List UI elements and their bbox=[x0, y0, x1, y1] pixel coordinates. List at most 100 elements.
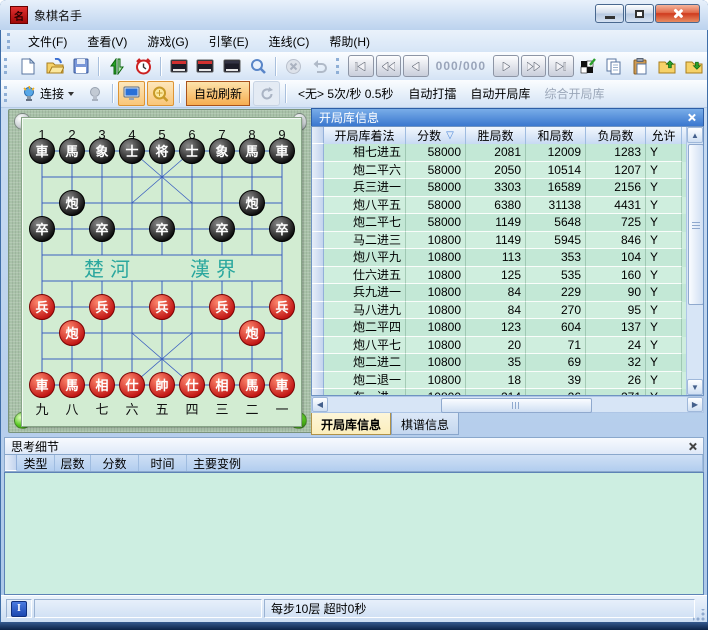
table-row[interactable]: 炮二平六580002050105141207Y bbox=[312, 162, 687, 180]
column-header[interactable]: 分数▽ bbox=[406, 127, 466, 144]
board-piece-red[interactable]: 車 bbox=[30, 373, 55, 398]
auto-refresh-button[interactable]: 自动刷新 bbox=[186, 81, 250, 106]
tab-game-record[interactable]: 棋谱信息 bbox=[391, 413, 459, 435]
table-row[interactable]: 兵九进一108008422990Y bbox=[312, 284, 687, 302]
row-stub[interactable] bbox=[312, 389, 324, 395]
board-window-2-button[interactable] bbox=[193, 55, 217, 78]
board-piece-red[interactable]: 兵 bbox=[90, 295, 115, 320]
row-stub[interactable] bbox=[312, 337, 324, 355]
table-row[interactable]: 炮八平七10800207124Y bbox=[312, 337, 687, 355]
think-column-header[interactable]: 主要变例 bbox=[187, 455, 703, 471]
resize-grip[interactable] bbox=[693, 609, 705, 621]
board-piece-black[interactable]: 馬 bbox=[60, 139, 85, 164]
board-piece-red[interactable]: 車 bbox=[270, 373, 295, 398]
table-row[interactable]: 马二进三1080011495945846Y bbox=[312, 232, 687, 250]
board-search-button[interactable] bbox=[147, 81, 174, 106]
toolbar-gripper[interactable] bbox=[4, 58, 10, 74]
row-stub[interactable] bbox=[312, 144, 324, 162]
row-stub[interactable] bbox=[312, 179, 324, 197]
board-piece-red[interactable]: 兵 bbox=[270, 295, 295, 320]
toolbar-gripper-2[interactable] bbox=[336, 58, 342, 74]
board-piece-red[interactable]: 兵 bbox=[150, 295, 175, 320]
board-window-1-button[interactable] bbox=[166, 55, 190, 78]
table-row[interactable]: 炮二退一10800183926Y bbox=[312, 372, 687, 390]
row-stub[interactable] bbox=[312, 319, 324, 337]
think-column-header[interactable]: 层数 bbox=[55, 455, 91, 471]
next-move-button[interactable] bbox=[493, 55, 519, 77]
vertical-scroll-thumb[interactable] bbox=[688, 144, 704, 305]
board-piece-black[interactable]: 将 bbox=[150, 139, 175, 164]
board-piece-black[interactable]: 士 bbox=[120, 139, 145, 164]
board-piece-red[interactable]: 相 bbox=[90, 373, 115, 398]
close-button[interactable] bbox=[655, 4, 700, 23]
scroll-right-button[interactable]: ▶ bbox=[687, 397, 703, 412]
row-stub[interactable] bbox=[312, 267, 324, 285]
board-piece-black[interactable]: 卒 bbox=[210, 217, 235, 242]
disconnect-button[interactable] bbox=[82, 82, 107, 105]
menu-item[interactable]: 文件(F) bbox=[18, 30, 77, 53]
table-row[interactable]: 炮二平七5800011495648725Y bbox=[312, 214, 687, 232]
row-stub[interactable] bbox=[312, 249, 324, 267]
board-piece-red[interactable]: 馬 bbox=[240, 373, 265, 398]
scroll-up-button[interactable]: ▲ bbox=[687, 127, 703, 143]
table-row[interactable]: 炮八平五580006380311384431Y bbox=[312, 197, 687, 215]
column-header[interactable]: 开局库着法 bbox=[324, 127, 406, 144]
horizontal-scroll-thumb[interactable] bbox=[441, 398, 592, 413]
table-row[interactable]: 兵三进一580003303165892156Y bbox=[312, 179, 687, 197]
engine-clock-button[interactable] bbox=[131, 55, 155, 78]
board-window-3-button[interactable] bbox=[219, 55, 243, 78]
board-piece-black[interactable]: 卒 bbox=[150, 217, 175, 242]
new-file-button[interactable] bbox=[16, 55, 40, 78]
fast-forward-button[interactable] bbox=[521, 55, 547, 77]
column-header[interactable]: 负局数 bbox=[586, 127, 646, 144]
opening-panel-close-icon[interactable] bbox=[687, 113, 696, 122]
board-piece-red[interactable]: 相 bbox=[210, 373, 235, 398]
board-piece-black[interactable]: 炮 bbox=[60, 191, 85, 216]
board-piece-black[interactable]: 馬 bbox=[240, 139, 265, 164]
column-header[interactable]: 胜局数 bbox=[466, 127, 526, 144]
board-piece-black[interactable]: 車 bbox=[30, 139, 55, 164]
vertical-scrollbar[interactable]: ▲ ▼ bbox=[686, 127, 703, 395]
auto-opening-library-button[interactable]: 自动开局库 bbox=[463, 81, 537, 106]
board-piece-red[interactable]: 炮 bbox=[60, 321, 85, 346]
swap-sides-button[interactable] bbox=[104, 55, 128, 78]
prev-move-button[interactable] bbox=[403, 55, 429, 77]
copy-button[interactable] bbox=[602, 55, 626, 78]
refresh-button[interactable] bbox=[253, 81, 280, 106]
monitor-view-button[interactable] bbox=[118, 81, 145, 106]
board-piece-black[interactable]: 象 bbox=[210, 139, 235, 164]
table-row[interactable]: 炮二平四10800123604137Y bbox=[312, 319, 687, 337]
save-button[interactable] bbox=[69, 55, 93, 78]
open-file-button[interactable] bbox=[42, 55, 66, 78]
row-stub[interactable] bbox=[312, 354, 324, 372]
board-piece-black[interactable]: 卒 bbox=[90, 217, 115, 242]
table-row[interactable]: 车一进一1080021426271Y bbox=[312, 389, 687, 395]
board-piece-red[interactable]: 兵 bbox=[210, 295, 235, 320]
table-row[interactable]: 马八进九108008427095Y bbox=[312, 302, 687, 320]
table-row[interactable]: 仕六进五10800125535160Y bbox=[312, 267, 687, 285]
minimize-button[interactable] bbox=[595, 4, 624, 23]
board-piece-red[interactable]: 仕 bbox=[180, 373, 205, 398]
row-stub[interactable] bbox=[312, 232, 324, 250]
connect-button[interactable]: 连接 bbox=[15, 81, 81, 106]
chess-board[interactable]: 123456789九八七六五四三二一楚河漢界車馬象士将士象馬車炮炮卒卒卒卒卒兵兵… bbox=[21, 117, 302, 427]
paste-button[interactable] bbox=[629, 55, 653, 78]
board-piece-black[interactable]: 炮 bbox=[240, 191, 265, 216]
menu-gripper[interactable] bbox=[7, 33, 13, 49]
menu-item[interactable]: 游戏(G) bbox=[137, 30, 198, 53]
think-column-header[interactable]: 分数 bbox=[91, 455, 139, 471]
think-column-header[interactable]: 类型 bbox=[17, 455, 55, 471]
board-piece-red[interactable]: 炮 bbox=[240, 321, 265, 346]
last-move-button[interactable] bbox=[548, 55, 574, 77]
board-piece-black[interactable]: 卒 bbox=[270, 217, 295, 242]
fast-back-button[interactable] bbox=[376, 55, 402, 77]
toolbar-gripper-3[interactable] bbox=[4, 86, 10, 102]
row-stub[interactable] bbox=[312, 302, 324, 320]
auto-play-button[interactable]: 自动打擂 bbox=[401, 81, 463, 106]
scroll-left-button[interactable]: ◀ bbox=[312, 397, 328, 412]
maximize-button[interactable] bbox=[625, 4, 654, 23]
first-move-button[interactable] bbox=[348, 55, 374, 77]
board-piece-black[interactable]: 車 bbox=[270, 139, 295, 164]
tab-opening-library[interactable]: 开局库信息 bbox=[311, 413, 391, 435]
board-piece-black[interactable]: 象 bbox=[90, 139, 115, 164]
